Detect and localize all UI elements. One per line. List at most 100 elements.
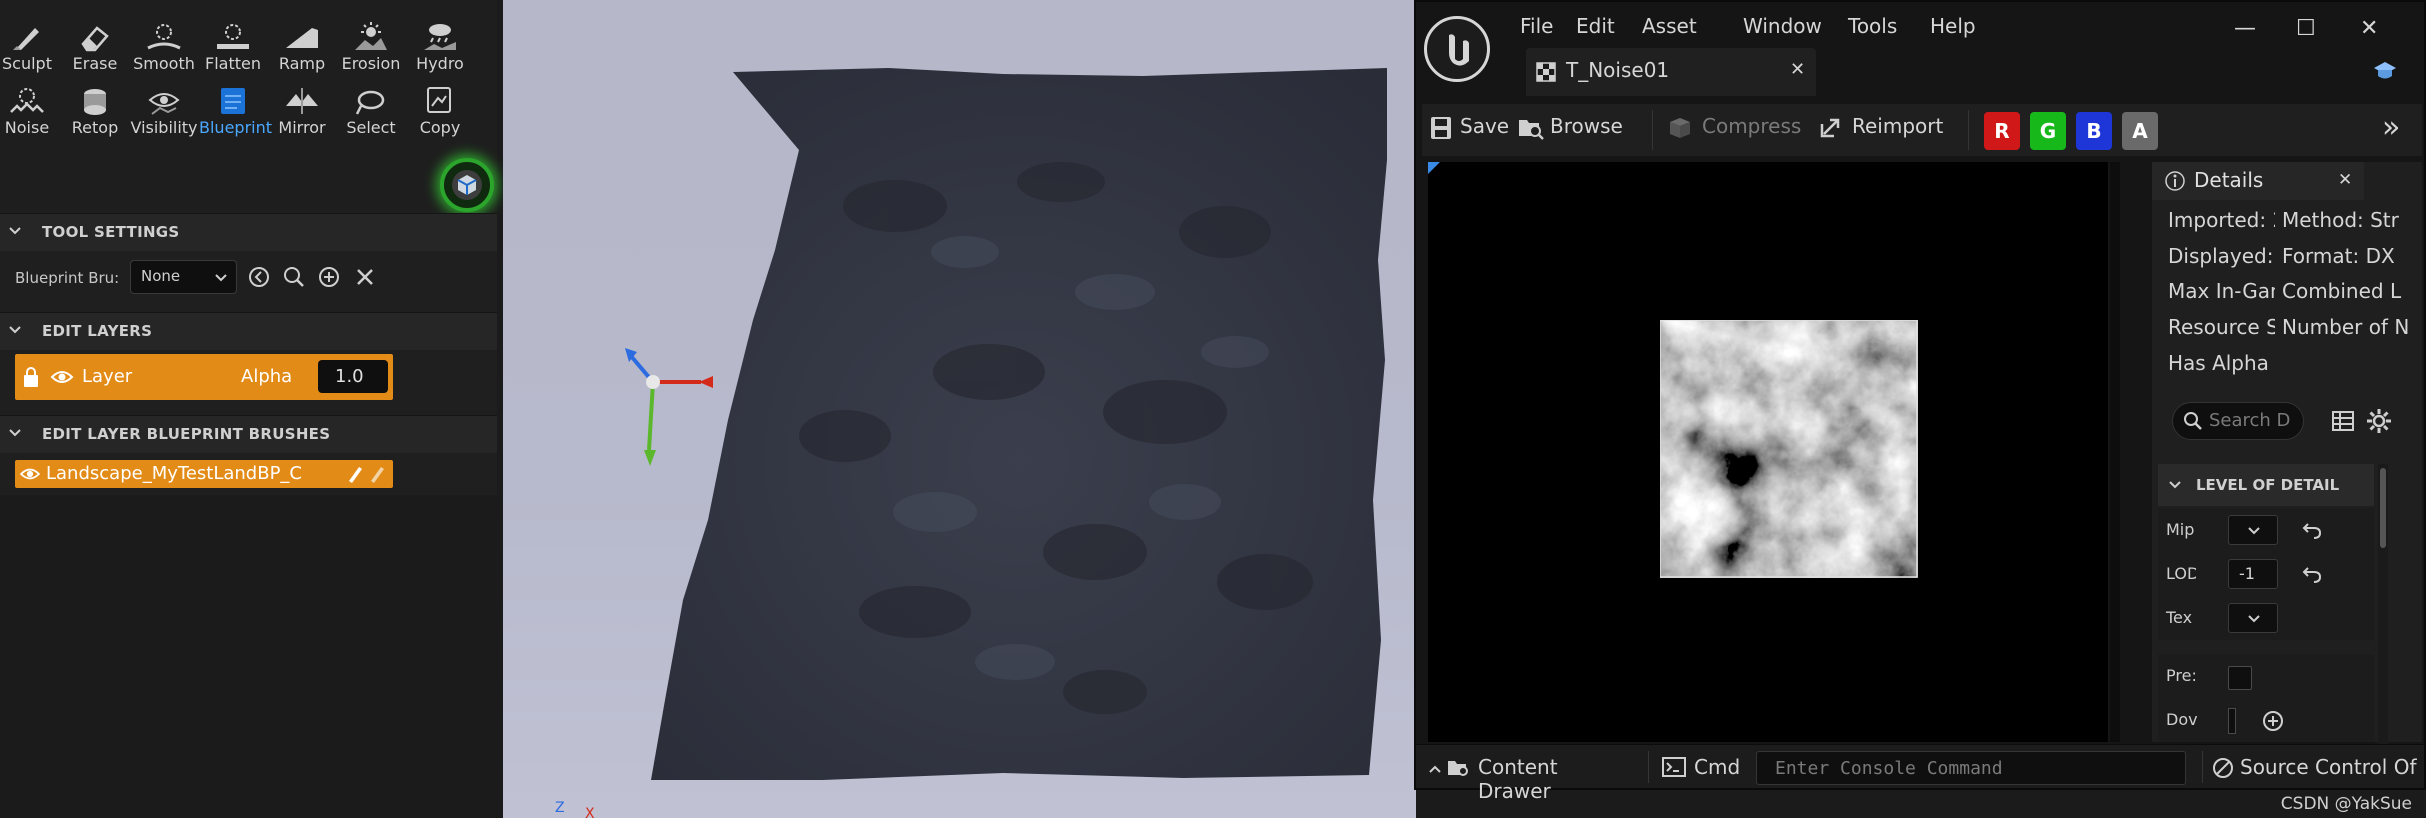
add-icon[interactable] xyxy=(2262,710,2284,732)
level-viewport[interactable]: Z X xyxy=(503,0,1416,818)
source-control-icon xyxy=(2213,758,2233,778)
channel-g-button[interactable]: G xyxy=(2030,112,2066,150)
tool-ramp[interactable]: Ramp xyxy=(268,18,336,78)
edit-layer-bp-brushes-header[interactable]: EDIT LAYER BLUEPRINT BRUSHES xyxy=(0,415,497,453)
details-scroll-thumb[interactable] xyxy=(2380,468,2386,548)
gear-icon[interactable] xyxy=(2366,408,2392,434)
channel-r-button[interactable]: R xyxy=(1984,112,2020,150)
tool-settings-header[interactable]: TOOL SETTINGS xyxy=(0,213,497,251)
lock-icon[interactable] xyxy=(22,366,40,388)
active-brush-badge[interactable] xyxy=(440,158,494,212)
edit-layers-body: Layer Alpha 1.0 xyxy=(0,350,497,410)
chevron-down-icon xyxy=(215,274,227,282)
texture-icon xyxy=(1536,62,1556,82)
add-icon[interactable] xyxy=(318,266,340,288)
eye-icon[interactable] xyxy=(19,466,41,482)
save-button[interactable]: Save xyxy=(1460,114,1509,138)
browse-button[interactable]: Browse xyxy=(1550,114,1623,138)
cmd-label[interactable]: Cmd xyxy=(1694,755,1740,779)
minimize-icon[interactable]: — xyxy=(2234,16,2256,41)
lod-header[interactable]: LEVEL OF DETAIL xyxy=(2158,464,2374,506)
tool-visibility[interactable]: Visibility xyxy=(130,82,198,142)
tool-retop[interactable]: Retop xyxy=(61,82,129,142)
transform-gizmo[interactable] xyxy=(625,348,713,466)
menu-edit[interactable]: Edit xyxy=(1576,14,1615,38)
tool-hydro[interactable]: Hydro xyxy=(406,18,474,78)
menu-asset[interactable]: Asset xyxy=(1642,14,1697,38)
browse-icon xyxy=(1519,120,1544,140)
noise-texture-preview xyxy=(1660,320,1918,578)
brush-icon[interactable] xyxy=(345,464,365,484)
table-view-icon[interactable] xyxy=(2332,410,2354,432)
tool-label: Noise xyxy=(4,118,50,137)
reimport-icon xyxy=(1820,118,1840,138)
tool-label: Select xyxy=(346,118,396,137)
menu-file[interactable]: File xyxy=(1520,14,1553,38)
brush-alt-icon[interactable] xyxy=(367,464,387,484)
tex-group-dropdown[interactable] xyxy=(2228,603,2278,633)
corner-marker-icon xyxy=(1428,162,1440,174)
downscale-input[interactable] xyxy=(2228,708,2236,734)
source-control-label[interactable]: Source Control Of xyxy=(2240,755,2416,779)
mip-dropdown[interactable] xyxy=(2228,515,2278,545)
asset-tab[interactable]: T_Noise01 ✕ xyxy=(1526,48,1816,96)
tab-close-icon[interactable]: ✕ xyxy=(1790,59,1805,80)
toolbar-overflow-icon[interactable]: » xyxy=(2382,110,2400,145)
cap-icon xyxy=(2374,62,2396,79)
hydro-icon xyxy=(424,24,456,50)
lod-bias-input[interactable]: -1 xyxy=(2228,559,2278,589)
channel-b-button[interactable]: B xyxy=(2076,112,2112,150)
preserve-checkbox[interactable] xyxy=(2228,666,2252,690)
tool-label: Erase xyxy=(72,54,118,73)
tool-flatten[interactable]: Flatten xyxy=(199,18,267,78)
tool-smooth[interactable]: Smooth xyxy=(130,18,198,78)
maximize-icon[interactable]: ☐ xyxy=(2296,16,2316,41)
mirror-icon xyxy=(286,88,318,114)
compress-button[interactable]: Compress xyxy=(1702,114,1801,138)
browse-back-icon[interactable] xyxy=(248,266,270,288)
reimport-button[interactable]: Reimport xyxy=(1852,114,1943,138)
panel-empty-area xyxy=(0,495,497,818)
tool-erase[interactable]: Erase xyxy=(61,18,129,78)
search-icon[interactable] xyxy=(283,266,305,288)
bp-brush-row[interactable]: Landscape_MyTestLandBP_C xyxy=(15,460,393,488)
menu-window[interactable]: Window xyxy=(1743,14,1822,38)
tool-select[interactable]: Select xyxy=(337,82,405,142)
channel-a-button[interactable]: A xyxy=(2122,112,2158,150)
tool-noise[interactable]: Noise xyxy=(0,82,61,142)
console-input[interactable]: Enter Console Command xyxy=(1756,751,2186,785)
detail-displayed: Displayed: 2 xyxy=(2168,244,2275,268)
clear-icon[interactable] xyxy=(355,267,375,287)
chevron-down-icon xyxy=(2248,615,2260,623)
details-search-input[interactable]: Search D xyxy=(2172,402,2304,440)
dropdown-value: None xyxy=(141,267,181,285)
chevron-up-icon xyxy=(1429,765,1441,773)
reset-icon[interactable] xyxy=(2302,520,2322,540)
menu-help[interactable]: Help xyxy=(1930,14,1976,38)
reset-icon[interactable] xyxy=(2302,564,2322,584)
alpha-value: 1.0 xyxy=(335,366,364,387)
lod-row-label: Tex xyxy=(2166,608,2193,627)
viewport-scrollbar[interactable] xyxy=(2110,162,2120,742)
alpha-input[interactable]: 1.0 xyxy=(318,360,388,393)
tool-mirror[interactable]: Mirror xyxy=(268,82,336,142)
details-tab[interactable]: Details ✕ xyxy=(2152,162,2364,200)
tool-copy[interactable]: Copy xyxy=(406,82,474,142)
menu-tools[interactable]: Tools xyxy=(1848,14,1897,38)
layer-row[interactable]: Layer Alpha 1.0 xyxy=(15,354,393,400)
eye-icon[interactable] xyxy=(50,368,74,386)
details-close-icon[interactable]: ✕ xyxy=(2338,170,2352,190)
details-scrollbar[interactable] xyxy=(2378,464,2388,744)
content-drawer-button[interactable]: Content Drawer xyxy=(1424,751,1634,803)
tool-erosion[interactable]: Erosion xyxy=(337,18,405,78)
noise-icon xyxy=(10,88,44,113)
edit-layers-header[interactable]: EDIT LAYERS xyxy=(0,312,497,350)
tool-blueprint[interactable]: Blueprint xyxy=(199,82,272,142)
tool-sculpt[interactable]: Sculpt xyxy=(0,18,61,78)
landscape-render: Z X xyxy=(555,68,1387,818)
close-icon[interactable]: ✕ xyxy=(2360,16,2378,41)
blueprint-brush-dropdown[interactable]: None xyxy=(130,260,237,294)
texture-viewport[interactable] xyxy=(1428,162,2108,742)
tool-settings-body: Blueprint Bru: None xyxy=(0,251,497,313)
detail-imported: Imported: 2! xyxy=(2168,208,2275,232)
